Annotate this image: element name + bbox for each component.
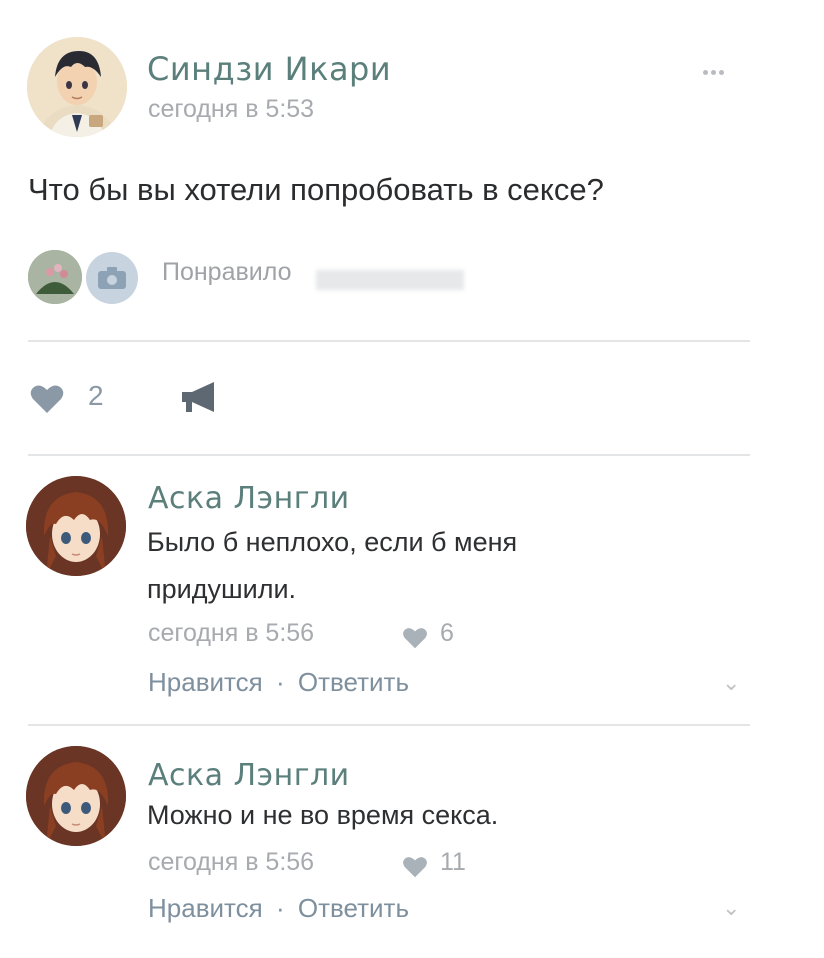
camera-icon <box>98 267 126 289</box>
separator: · <box>275 667 285 697</box>
like-comment-link[interactable]: Нравится <box>148 893 263 923</box>
commenter-avatar[interactable] <box>26 746 126 846</box>
divider <box>28 454 750 456</box>
reply-link[interactable]: Ответить <box>298 667 409 697</box>
divider <box>28 724 750 726</box>
like-count: 2 <box>88 380 104 411</box>
liker-avatar-1[interactable] <box>28 250 82 304</box>
commenter-avatar[interactable] <box>26 476 126 576</box>
like-comment-link[interactable]: Нравится <box>148 667 263 697</box>
comment-like-count: 6 <box>440 619 454 647</box>
comment-actions: Нравится · Ответить <box>148 667 409 698</box>
more-options-icon[interactable] <box>703 62 727 80</box>
comment-text-line: Было б неплохо, если б меня <box>147 527 518 557</box>
heart-icon[interactable] <box>402 856 428 878</box>
liker-avatar-2[interactable] <box>86 252 138 304</box>
author-avatar[interactable] <box>27 37 127 137</box>
comment-author-name[interactable]: Аска Лэнгли <box>148 481 350 516</box>
share-megaphone-icon[interactable] <box>180 380 220 414</box>
post-timestamp: сегодня в 5:53 <box>148 95 315 123</box>
divider <box>28 340 750 342</box>
comment-text-line: Можно и не во время секса. <box>147 800 499 830</box>
liked-by-text[interactable]: Понравило <box>162 258 292 287</box>
chevron-down-icon[interactable]: ⌄ <box>722 895 740 921</box>
separator: · <box>275 893 285 923</box>
like-button[interactable]: 2 <box>30 380 130 416</box>
comment-author-name[interactable]: Аска Лэнгли <box>148 758 350 793</box>
comment-like-count: 11 <box>440 848 466 876</box>
blur-redaction <box>316 270 464 290</box>
heart-icon <box>30 385 64 413</box>
heart-icon[interactable] <box>402 627 428 649</box>
comment-text-line: придушили. <box>147 574 297 604</box>
comment-timestamp: сегодня в 5:56 <box>148 619 315 647</box>
post-text: Что бы вы хотели попробовать в сексе? <box>28 172 604 207</box>
chevron-down-icon[interactable]: ⌄ <box>722 670 740 696</box>
post-author-name[interactable]: Синдзи Икари <box>147 50 391 88</box>
flower-bouquet-icon <box>28 250 82 304</box>
comment-timestamp: сегодня в 5:56 <box>148 848 315 876</box>
reply-link[interactable]: Ответить <box>298 893 409 923</box>
comment-actions: Нравится · Ответить <box>148 893 409 924</box>
